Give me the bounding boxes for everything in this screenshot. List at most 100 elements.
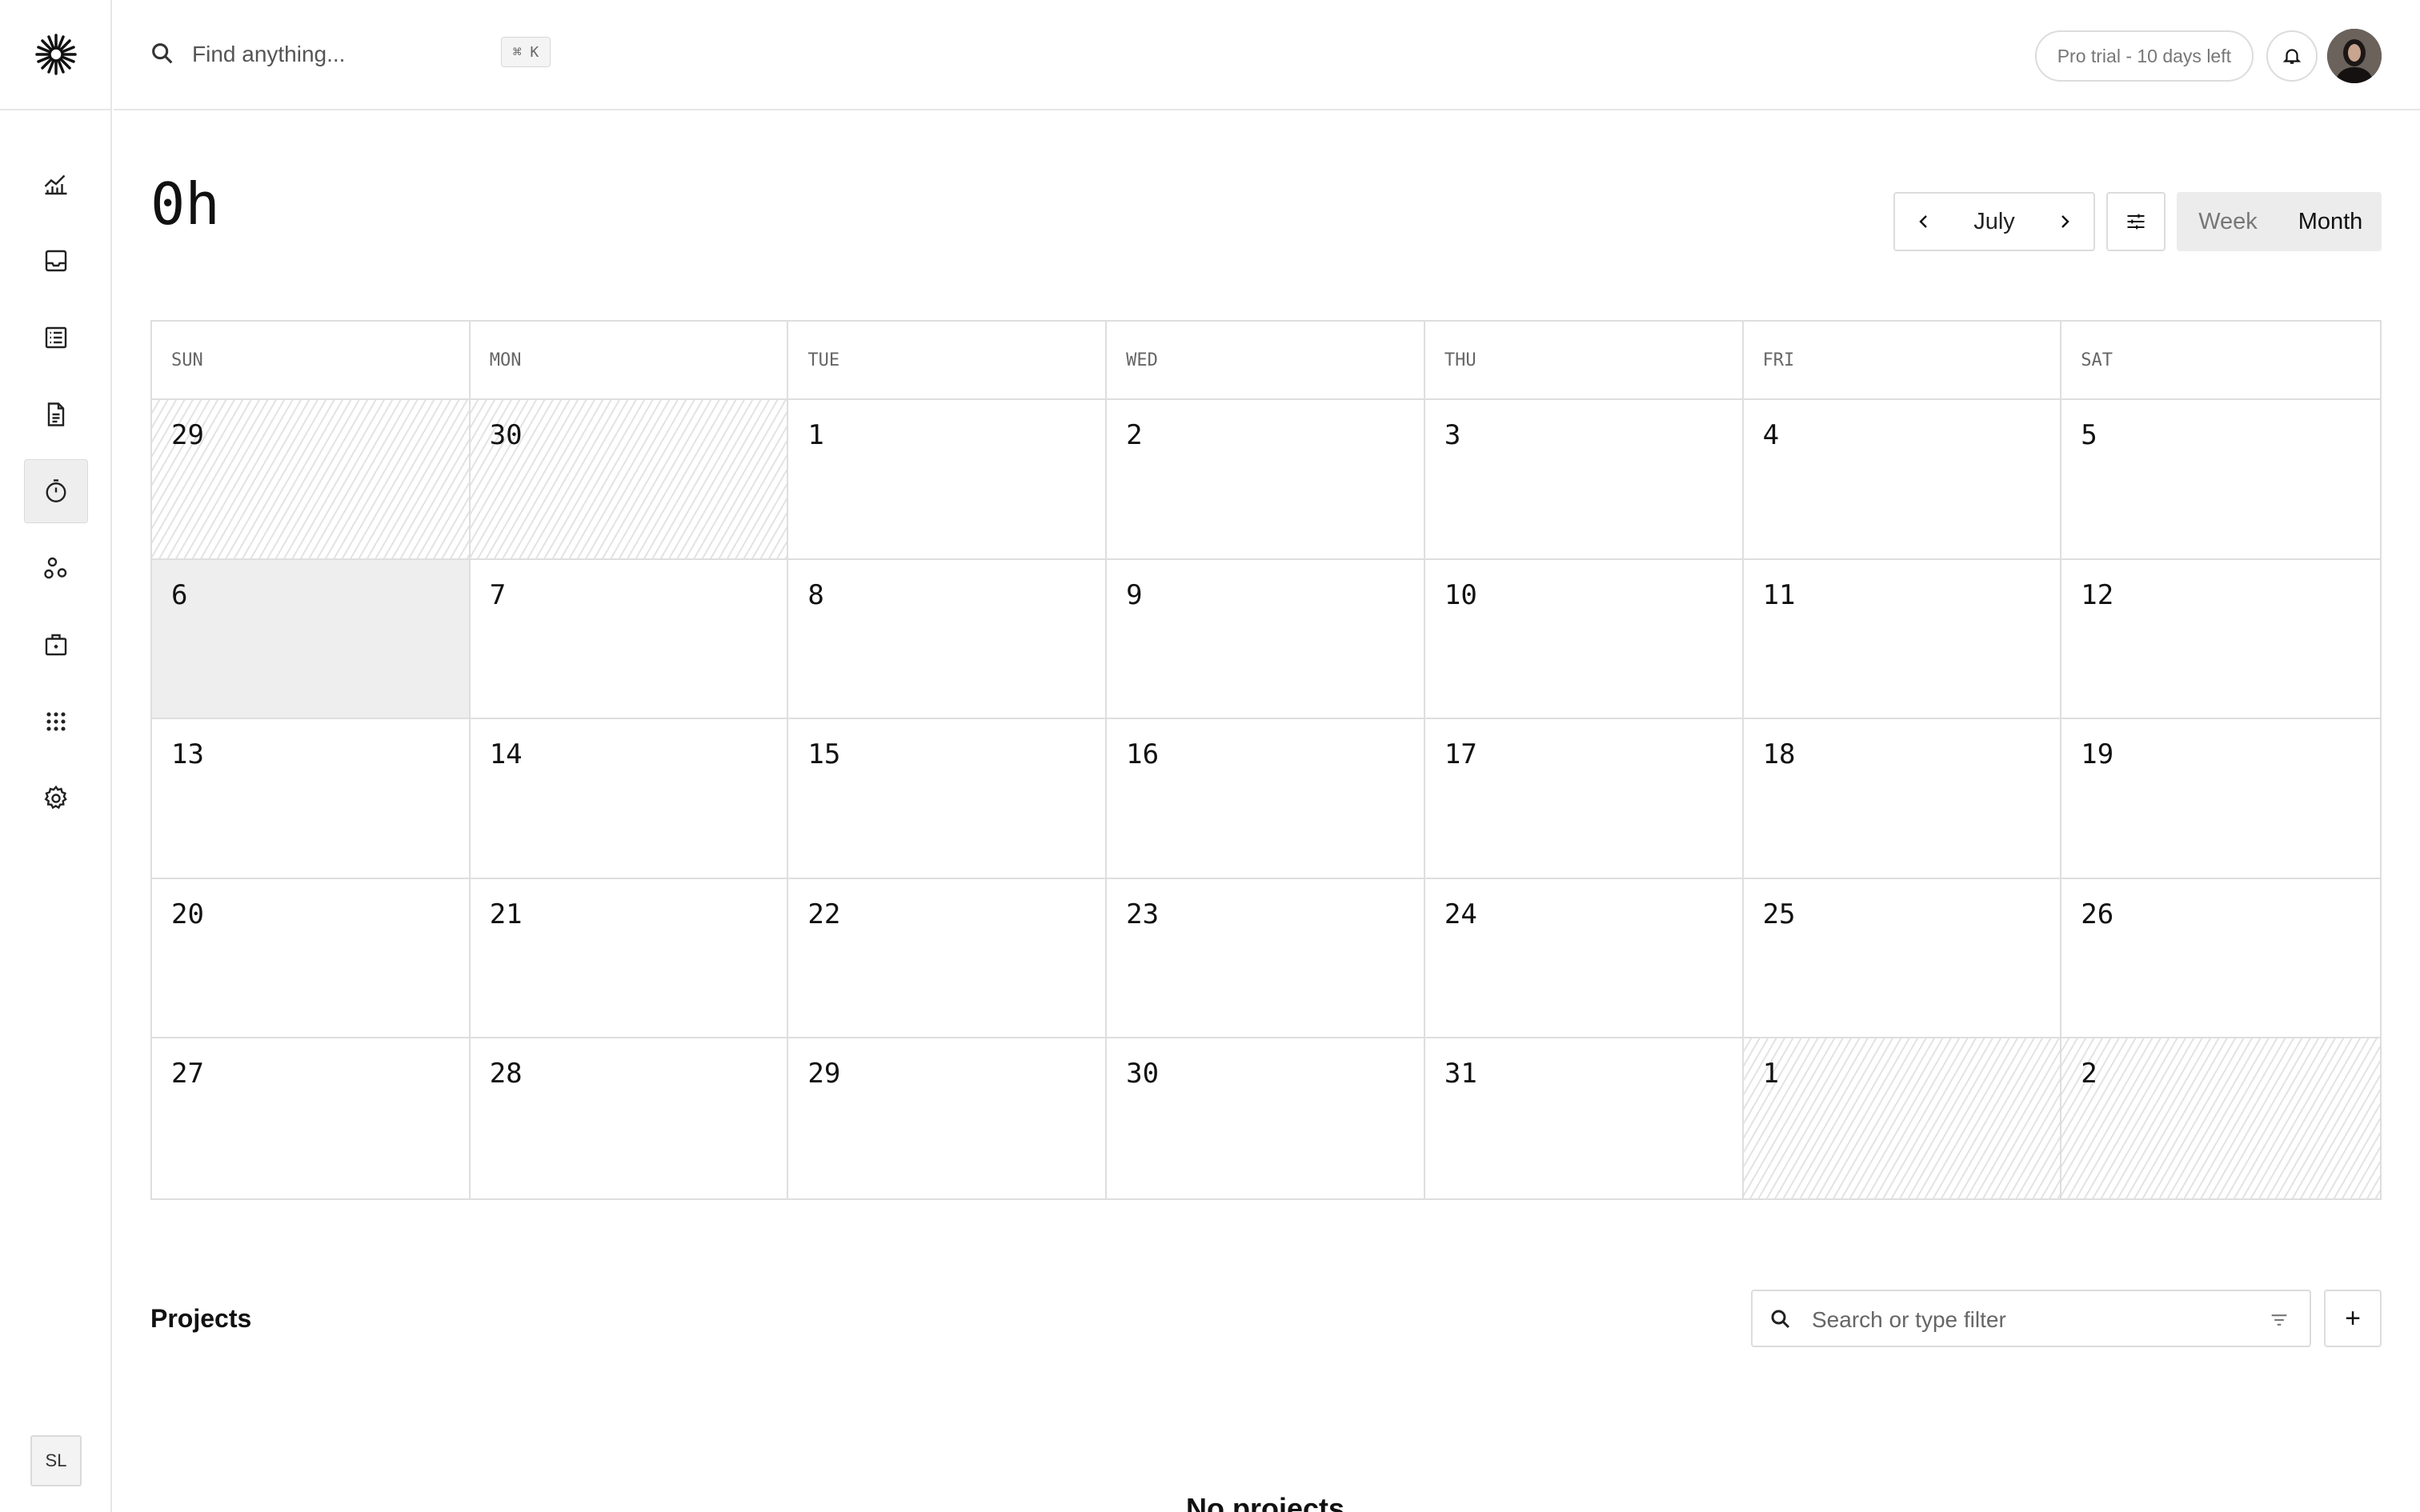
calendar-day-cell[interactable]: 23 [1107, 878, 1425, 1039]
sidebar-item-overview[interactable] [24, 152, 88, 216]
sidebar-item-invoices[interactable] [24, 382, 88, 446]
day-number: 29 [807, 1058, 841, 1090]
calendar-day-cell[interactable]: 29 [788, 1038, 1108, 1198]
next-month-button[interactable] [2036, 194, 2093, 250]
previous-month-button[interactable] [1895, 194, 1953, 250]
calendar-day-cell[interactable]: 1 [1743, 1038, 2062, 1198]
calendar-day-cell[interactable]: 18 [1743, 719, 2062, 879]
month-calendar: SUN MON TUE WED THU FRI SAT 29 30 1 2 3 4 5 6 7 8 9 10 11 12… [150, 320, 2382, 1200]
sidebar-item-tracker[interactable] [24, 459, 88, 523]
calendar-day-cell[interactable]: 1 [788, 400, 1108, 560]
search-icon [1771, 1310, 1790, 1329]
global-search-input[interactable]: Find anything... [192, 40, 345, 69]
day-number: 2 [1126, 419, 1143, 451]
day-number: 16 [1126, 738, 1160, 771]
sidebar-item-settings[interactable] [24, 766, 88, 830]
sidebar-item-transactions[interactable] [24, 306, 88, 370]
calendar-day-cell[interactable]: 3 [1424, 400, 1744, 560]
calendar-day-cell[interactable]: 16 [1107, 719, 1425, 879]
document-icon [47, 402, 65, 426]
day-number: 30 [1126, 1058, 1160, 1090]
calendar-day-cell[interactable]: 12 [2061, 560, 2380, 720]
calendar-day-cell[interactable]: 28 [471, 1038, 789, 1198]
sidebar: SL [0, 0, 112, 1512]
search-icon [152, 43, 173, 64]
calendar-day-cell[interactable]: 7 [470, 559, 789, 720]
weekday-header: WED [1107, 322, 1425, 400]
day-number: 3 [1444, 419, 1461, 451]
week-view-option[interactable]: Week [2177, 209, 2279, 235]
calendar-day-cell[interactable]: 25 [1743, 878, 2062, 1039]
day-number: 7 [489, 578, 507, 611]
user-avatar[interactable] [2327, 29, 2382, 83]
sidebar-item-apps[interactable] [24, 690, 88, 754]
calendar-day-cell[interactable]: 30 [470, 400, 789, 560]
calendar-day-cell[interactable]: 8 [788, 559, 1108, 720]
weekday-header: THU [1424, 322, 1744, 400]
projects-search-field[interactable]: Search or type filter [1751, 1290, 2311, 1347]
calendar-day-cell[interactable]: 24 [1424, 878, 1744, 1039]
calendar-day-cell[interactable]: 2 [1107, 400, 1425, 560]
search-shortcut-hint: ⌘ K [501, 37, 551, 67]
day-number: 27 [171, 1058, 204, 1090]
calendar-day-cell[interactable]: 14 [470, 719, 789, 879]
user-initials-badge[interactable]: SL [30, 1435, 82, 1486]
day-number: 13 [171, 738, 204, 771]
day-number: 15 [807, 738, 841, 771]
day-number: 2 [2081, 1058, 2097, 1090]
calendar-day-cell[interactable]: 9 [1107, 559, 1425, 720]
sidebar-item-vault[interactable] [24, 613, 88, 677]
calendar-day-cell[interactable]: 5 [2061, 400, 2380, 560]
calendar-day-cell[interactable]: 6 [152, 559, 471, 720]
calendar-day-cell[interactable]: 2 [2061, 1038, 2380, 1198]
trial-badge[interactable]: Pro trial - 10 days left [2034, 30, 2254, 82]
briefcase-icon [45, 634, 67, 656]
calendar-day-cell[interactable]: 26 [2061, 879, 2380, 1039]
chevron-right-icon [2061, 215, 2069, 228]
day-number: 12 [2081, 578, 2114, 611]
filter-icon[interactable] [2268, 1309, 2290, 1331]
current-month-label: July [1973, 208, 2015, 234]
weekday-header: MON [470, 322, 789, 400]
day-number: 9 [1126, 578, 1143, 611]
day-number: 8 [807, 578, 824, 611]
calendar-day-cell[interactable]: 10 [1424, 559, 1744, 720]
calendar-day-cell[interactable]: 4 [1743, 400, 2062, 560]
day-number: 11 [1762, 578, 1796, 611]
calendar-day-cell[interactable]: 13 [152, 719, 471, 879]
weekday-header: TUE [788, 322, 1108, 400]
view-toggle: Week Month [2177, 192, 2382, 251]
day-number: 18 [1762, 738, 1796, 771]
sidebar-item-customers[interactable] [24, 536, 88, 600]
calendar-day-cell[interactable]: 30 [1107, 1038, 1425, 1198]
day-number: 28 [489, 1058, 523, 1090]
calendar-day-cell[interactable]: 21 [470, 878, 789, 1039]
calendar-day-cell[interactable]: 11 [1743, 559, 2062, 720]
day-number: 6 [171, 578, 188, 611]
calendar-day-cell[interactable]: 19 [2061, 719, 2380, 879]
chart-icon [44, 174, 67, 195]
weekday-header: SAT [2061, 322, 2380, 400]
calendar-day-cell[interactable]: 31 [1425, 1038, 1744, 1198]
logo[interactable] [0, 0, 112, 110]
calendar-day-cell[interactable]: 22 [788, 878, 1108, 1039]
day-number: 29 [171, 419, 204, 451]
calendar-settings-button[interactable] [2106, 192, 2166, 251]
day-number: 30 [489, 419, 523, 451]
calendar-day-cell[interactable]: 29 [152, 400, 471, 560]
projects-search-input[interactable]: Search or type filter [1812, 1307, 2006, 1333]
day-number: 26 [2081, 898, 2114, 930]
day-number: 17 [1444, 738, 1477, 771]
day-number: 20 [171, 898, 204, 930]
day-number: 23 [1126, 898, 1160, 930]
add-project-button[interactable]: + [2324, 1290, 2382, 1347]
calendar-day-cell[interactable]: 20 [152, 878, 471, 1039]
calendar-day-cell[interactable]: 27 [152, 1038, 471, 1198]
notifications-button[interactable] [2266, 30, 2318, 82]
weekday-header: SUN [152, 322, 471, 400]
day-number: 24 [1444, 898, 1477, 930]
calendar-day-cell[interactable]: 17 [1424, 719, 1744, 879]
sidebar-item-inbox[interactable] [24, 229, 88, 293]
calendar-day-cell[interactable]: 15 [788, 719, 1108, 879]
month-view-option[interactable]: Month [2279, 209, 2382, 235]
